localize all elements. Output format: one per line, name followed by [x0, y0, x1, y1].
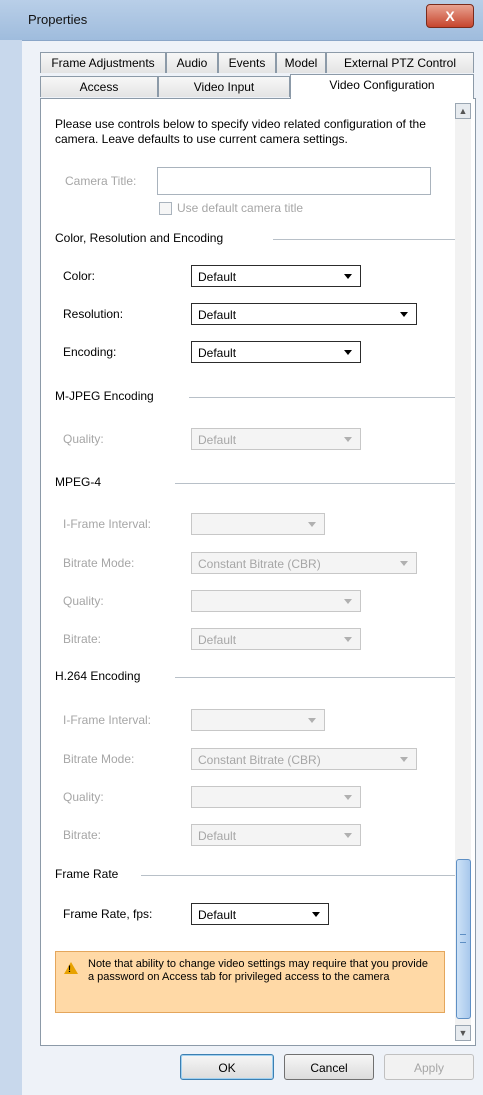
- encoding-label: Encoding:: [63, 345, 117, 359]
- tab-external-ptz-control[interactable]: External PTZ Control: [326, 52, 474, 73]
- scroll-thumb[interactable]: [456, 859, 471, 1019]
- mpeg4-iframe-label: I-Frame Interval:: [63, 517, 152, 531]
- intro-text: Please use controls below to specify vid…: [55, 117, 426, 146]
- resolution-dropdown[interactable]: Default: [191, 303, 417, 325]
- group-title: M-JPEG Encoding: [55, 389, 154, 403]
- mpeg4-bitrate-label: Bitrate:: [63, 632, 102, 646]
- chevron-down-icon: [344, 437, 352, 442]
- group-title: Frame Rate: [55, 867, 119, 881]
- encoding-value: Default: [198, 346, 237, 360]
- h264-bitrate-mode-value: Constant Bitrate (CBR): [198, 753, 321, 767]
- scroll-up-button[interactable]: ▲: [455, 103, 471, 119]
- mjpeg-quality-value: Default: [198, 433, 237, 447]
- group-title: Color, Resolution and Encoding: [55, 231, 224, 245]
- apply-button[interactable]: Apply: [384, 1054, 474, 1080]
- mpeg4-bitrate-value: Default: [198, 633, 237, 647]
- h264-bitrate-dropdown[interactable]: Default: [191, 824, 361, 846]
- warning-box: ! Note that ability to change video sett…: [55, 951, 445, 1013]
- chevron-down-icon: [400, 757, 408, 762]
- chevron-down-icon: [344, 350, 352, 355]
- default-title-checkbox[interactable]: [159, 202, 172, 215]
- h264-bitrate-mode-dropdown[interactable]: Constant Bitrate (CBR): [191, 748, 417, 770]
- fps-dropdown[interactable]: Default: [191, 903, 329, 925]
- chevron-down-icon: [344, 795, 352, 800]
- mpeg4-bitrate-mode-label: Bitrate Mode:: [63, 556, 135, 570]
- warning-icon: [64, 962, 78, 974]
- left-frame: [0, 40, 22, 1095]
- tab-audio[interactable]: Audio: [166, 52, 218, 73]
- color-dropdown[interactable]: Default: [191, 265, 361, 287]
- color-label: Color:: [63, 269, 96, 283]
- h264-bitrate-mode-label: Bitrate Mode:: [63, 752, 135, 766]
- scroll-down-button[interactable]: ▼: [455, 1025, 471, 1041]
- h264-bitrate-label: Bitrate:: [63, 828, 102, 842]
- camera-title-input[interactable]: [157, 167, 431, 195]
- mpeg4-bitrate-mode-value: Constant Bitrate (CBR): [198, 557, 321, 571]
- resolution-value: Default: [198, 308, 237, 322]
- h264-quality-dropdown[interactable]: [191, 786, 361, 808]
- chevron-down-icon: [400, 561, 408, 566]
- tab-events[interactable]: Events: [218, 52, 276, 73]
- h264-quality-label: Quality:: [63, 790, 104, 804]
- close-icon: X: [445, 8, 455, 24]
- video-configuration-panel: Please use controls below to specify vid…: [40, 98, 476, 1046]
- h264-bitrate-value: Default: [198, 829, 237, 843]
- vertical-scrollbar[interactable]: ▲ ▼: [455, 103, 471, 1041]
- mjpeg-quality-dropdown[interactable]: Default: [191, 428, 361, 450]
- mpeg4-bitrate-mode-dropdown[interactable]: Constant Bitrate (CBR): [191, 552, 417, 574]
- chevron-down-icon: [400, 312, 408, 317]
- fps-value: Default: [198, 908, 237, 922]
- properties-dialog: Properties X Frame Adjustments Audio Eve…: [0, 0, 483, 1095]
- chevron-down-icon: [344, 274, 352, 279]
- title-bar[interactable]: Properties X: [0, 0, 483, 41]
- chevron-down-icon: [344, 599, 352, 604]
- resolution-label: Resolution:: [63, 307, 124, 321]
- camera-title-label: Camera Title:: [65, 174, 137, 188]
- h264-iframe-dropdown[interactable]: [191, 709, 325, 731]
- grip-icon: [460, 934, 466, 943]
- fps-label: Frame Rate, fps:: [63, 907, 153, 921]
- mjpeg-quality-label: Quality:: [63, 432, 104, 446]
- h264-iframe-label: I-Frame Interval:: [63, 713, 152, 727]
- default-title-checkbox-label: Use default camera title: [177, 201, 304, 215]
- group-title: H.264 Encoding: [55, 669, 141, 683]
- cancel-button[interactable]: Cancel: [284, 1054, 374, 1080]
- group-divider: [273, 239, 457, 240]
- chevron-down-icon: [308, 522, 316, 527]
- group-divider: [175, 677, 457, 678]
- encoding-dropdown[interactable]: Default: [191, 341, 361, 363]
- tab-strip: Frame Adjustments Audio Events Model Ext…: [40, 52, 474, 99]
- chevron-down-icon: [344, 637, 352, 642]
- tab-model[interactable]: Model: [276, 52, 326, 73]
- group-title: MPEG-4: [55, 475, 102, 489]
- warning-text: Note that ability to change video settin…: [88, 958, 428, 983]
- mpeg4-bitrate-dropdown[interactable]: Default: [191, 628, 361, 650]
- color-value: Default: [198, 270, 237, 284]
- tab-access[interactable]: Access: [40, 76, 158, 97]
- tab-video-input[interactable]: Video Input: [158, 76, 290, 97]
- chevron-down-icon: [344, 833, 352, 838]
- chevron-down-icon: [312, 912, 320, 917]
- warning-icon-mark: !: [68, 964, 71, 974]
- tab-video-configuration[interactable]: Video Configuration: [290, 74, 474, 99]
- group-divider: [141, 875, 457, 876]
- chevron-down-icon: [308, 718, 316, 723]
- group-divider: [175, 483, 457, 484]
- mpeg4-iframe-dropdown[interactable]: [191, 513, 325, 535]
- mpeg4-quality-dropdown[interactable]: [191, 590, 361, 612]
- window-title: Properties: [28, 12, 88, 27]
- tab-frame-adjustments[interactable]: Frame Adjustments: [40, 52, 166, 73]
- ok-button[interactable]: OK: [180, 1054, 274, 1080]
- group-divider: [189, 397, 457, 398]
- close-button[interactable]: X: [426, 4, 474, 28]
- mpeg4-quality-label: Quality:: [63, 594, 104, 608]
